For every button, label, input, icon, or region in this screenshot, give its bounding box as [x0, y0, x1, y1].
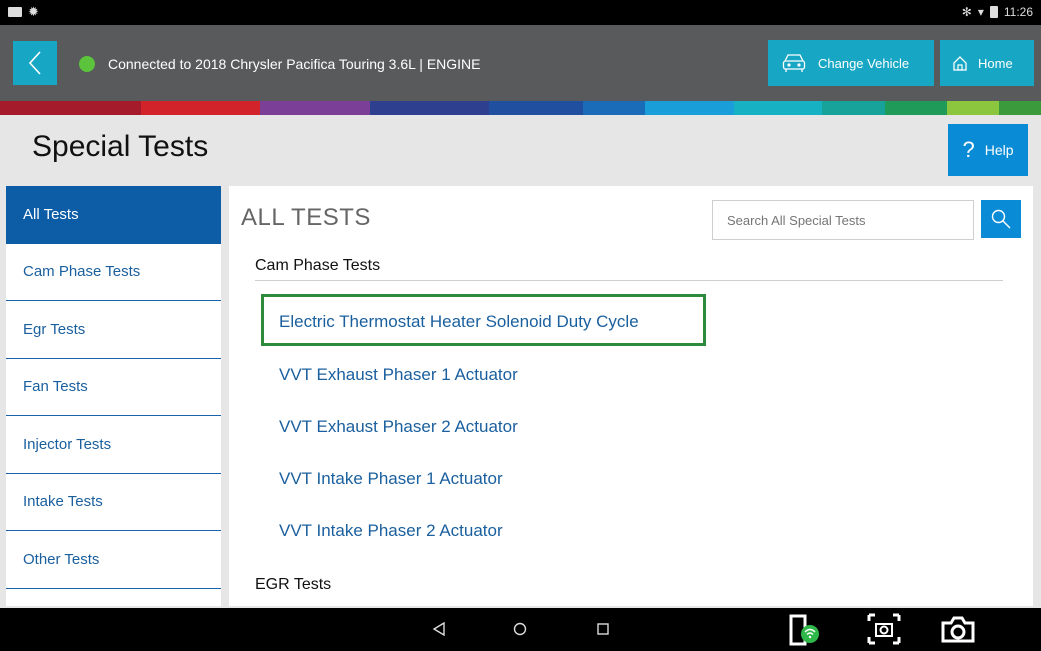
section-heading-cam-phase: Cam Phase Tests — [255, 257, 381, 274]
test-link-vvt-exhaust-phaser-2[interactable]: VVT Exhaust Phaser 2 Actuator — [279, 417, 518, 437]
app-screen: ✹ ✻ ▾ 11:26 Connected to 2018 Chrysler P… — [0, 0, 1041, 651]
sidebar-item-injector-tests[interactable]: Injector Tests — [6, 416, 221, 474]
settings-notification-icon: ✹ — [28, 4, 39, 19]
section-heading-egr: EGR Tests — [255, 576, 332, 593]
brand-color-stripe — [0, 101, 1041, 115]
screen-capture-icon[interactable] — [866, 612, 902, 646]
title-bar: Special Tests ? Help — [0, 115, 1041, 185]
sidebar-item-label: Other Tests — [23, 550, 100, 568]
stripe-segment — [582, 101, 646, 115]
change-vehicle-button[interactable]: Change Vehicle — [768, 40, 934, 86]
stripe-segment — [947, 101, 1000, 115]
stripe-segment — [489, 101, 583, 115]
connection-status-indicator — [79, 56, 95, 72]
search-icon — [991, 209, 1011, 229]
bluetooth-icon: ✻ — [961, 5, 972, 19]
sidebar-item-label: Injector Tests — [23, 435, 112, 453]
sidebar-item-all-tests[interactable]: All Tests — [6, 186, 221, 244]
battery-icon — [989, 6, 998, 18]
stripe-segment — [884, 101, 948, 115]
tests-panel: ALL TESTS Cam Phase Tests Electric Therm… — [229, 186, 1033, 606]
sidebar-item-label: Fan Tests — [23, 378, 88, 396]
help-button[interactable]: ? Help — [948, 124, 1028, 176]
sidebar-item-label: Cam Phase Tests — [23, 263, 141, 281]
nav-back-icon[interactable] — [432, 622, 446, 636]
sidebar-item-intake-tests[interactable]: Intake Tests — [6, 473, 221, 531]
question-mark-icon: ? — [962, 137, 975, 162]
help-label: Help — [984, 142, 1014, 158]
test-link-vvt-intake-phaser-1[interactable]: VVT Intake Phaser 1 Actuator — [279, 469, 503, 489]
home-icon — [953, 56, 967, 71]
back-button[interactable] — [13, 41, 57, 85]
test-link-vvt-intake-phaser-2[interactable]: VVT Intake Phaser 2 Actuator — [279, 521, 503, 541]
status-time: 11:26 — [1003, 5, 1033, 19]
sidebar-item-cam-phase-tests[interactable]: Cam Phase Tests — [6, 243, 221, 301]
android-navigation-bar — [0, 608, 1041, 651]
android-status-bar: ✹ ✻ ▾ 11:26 — [0, 0, 1041, 25]
stripe-segment — [369, 101, 490, 115]
app-header: Connected to 2018 Chrysler Pacifica Tour… — [0, 25, 1041, 101]
home-label: Home — [978, 55, 1013, 71]
device-connection-icon[interactable] — [788, 614, 822, 646]
connection-status-text: Connected to 2018 Chrysler Pacifica Tour… — [108, 56, 481, 72]
stripe-segment — [733, 101, 823, 115]
stripe-segment — [999, 101, 1041, 115]
camera-icon[interactable] — [940, 614, 976, 644]
sidebar-item-label: Intake Tests — [23, 493, 103, 511]
search-input[interactable] — [712, 200, 974, 240]
notification-icon — [8, 6, 22, 17]
sidebar-item-label: Egr Tests — [23, 320, 86, 338]
test-category-sidebar: All Tests Cam Phase Tests Egr Tests Fan … — [6, 186, 221, 606]
test-link-electric-thermostat-heater[interactable]: Electric Thermostat Heater Solenoid Duty… — [279, 312, 639, 332]
back-arrow-icon — [28, 51, 41, 75]
stripe-segment — [645, 101, 734, 115]
sidebar-item-egr-tests[interactable]: Egr Tests — [6, 301, 221, 359]
stripe-segment — [0, 101, 141, 115]
nav-home-icon[interactable] — [513, 622, 527, 636]
change-vehicle-label: Change Vehicle — [818, 55, 910, 71]
stripe-segment — [822, 101, 885, 115]
section-divider — [255, 280, 1003, 281]
stripe-segment — [140, 101, 261, 115]
sidebar-item-fan-tests[interactable]: Fan Tests — [6, 358, 221, 416]
nav-recents-icon[interactable] — [596, 622, 610, 636]
stripe-segment — [260, 101, 370, 115]
test-link-vvt-exhaust-phaser-1[interactable]: VVT Exhaust Phaser 1 Actuator — [279, 365, 518, 385]
car-icon — [782, 54, 806, 72]
sidebar-item-other-tests[interactable]: Other Tests — [6, 531, 221, 589]
wifi-icon: ▾ — [977, 5, 984, 19]
sidebar-item-label: All Tests — [23, 205, 79, 223]
panel-title: ALL TESTS — [241, 204, 371, 231]
page-title: Special Tests — [32, 130, 209, 163]
search-button[interactable] — [981, 200, 1021, 238]
home-button[interactable]: Home — [940, 40, 1034, 86]
